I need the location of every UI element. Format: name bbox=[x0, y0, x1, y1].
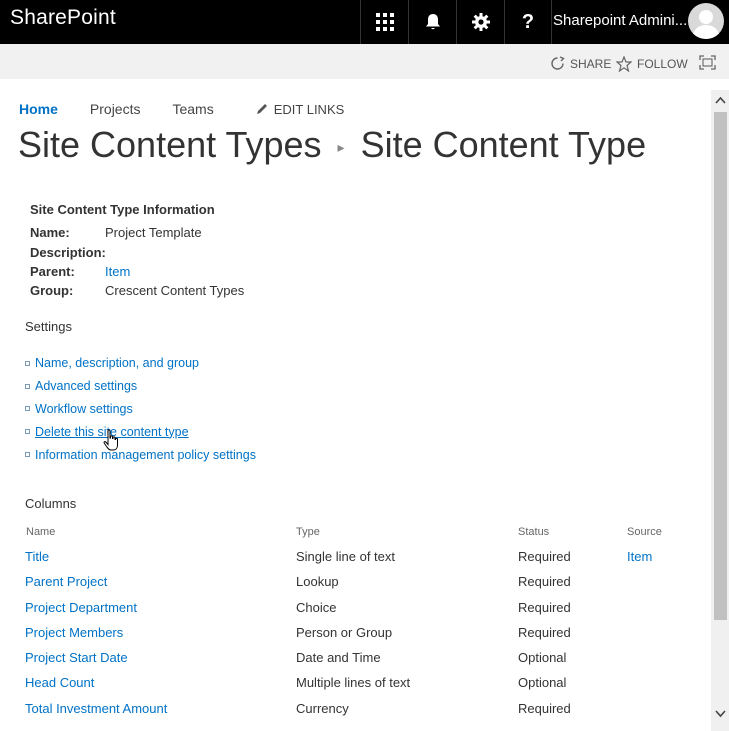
edit-links-button[interactable]: EDIT LINKS bbox=[256, 101, 345, 117]
breadcrumb-separator-icon: ▸ bbox=[337, 138, 345, 155]
column-status: Required bbox=[518, 574, 571, 589]
column-type: Currency bbox=[296, 701, 349, 716]
column-name-link[interactable]: Head Count bbox=[25, 675, 94, 690]
column-header-name: Name bbox=[26, 526, 56, 538]
settings-link-workflow[interactable]: Workflow settings bbox=[25, 398, 256, 421]
suite-bar: SharePoint ? Sharepoint Admini... bbox=[0, 0, 729, 44]
action-bar: SHARE FOLLOW bbox=[0, 44, 729, 79]
breadcrumb-current: Site Content Type bbox=[360, 124, 647, 165]
bullet-icon bbox=[25, 429, 30, 435]
nav-item-projects[interactable]: Projects bbox=[90, 101, 141, 117]
brand-link[interactable]: SharePoint bbox=[10, 6, 116, 30]
share-label: SHARE bbox=[570, 56, 612, 71]
bullet-icon bbox=[25, 360, 30, 366]
settings-link-label: Name, description, and group bbox=[35, 356, 199, 371]
notifications-button[interactable] bbox=[408, 0, 456, 44]
gear-icon bbox=[471, 13, 490, 31]
top-navigation: Home Projects Teams EDIT LINKS bbox=[19, 101, 344, 117]
settings-heading: Settings bbox=[25, 319, 72, 334]
focus-mode-icon bbox=[699, 55, 716, 70]
settings-button[interactable] bbox=[456, 0, 504, 44]
column-header-source: Source bbox=[627, 526, 662, 538]
column-name-link[interactable]: Project Department bbox=[25, 600, 137, 615]
bullet-icon bbox=[25, 383, 30, 389]
table-row: Head Count Multiple lines of text Option… bbox=[0, 675, 700, 700]
info-heading: Site Content Type Information bbox=[30, 202, 215, 217]
column-type: Date and Time bbox=[296, 650, 381, 665]
column-type: Choice bbox=[296, 600, 337, 615]
column-status: Optional bbox=[518, 675, 567, 690]
info-value-name: Project Template bbox=[105, 225, 202, 240]
column-source-link[interactable]: Item bbox=[627, 549, 652, 564]
edit-links-label: EDIT LINKS bbox=[273, 101, 345, 117]
app-launcher-icon bbox=[375, 13, 394, 31]
column-status: Required bbox=[518, 600, 571, 615]
info-key: Parent: bbox=[30, 264, 75, 279]
help-button[interactable]: ? bbox=[504, 0, 552, 44]
column-name-link[interactable]: Project Start Date bbox=[25, 650, 128, 665]
column-type: Person or Group bbox=[296, 625, 393, 640]
settings-link-name-description-group[interactable]: Name, description, and group bbox=[25, 352, 256, 375]
chevron-up-icon bbox=[715, 96, 726, 104]
nav-item-home[interactable]: Home bbox=[19, 101, 58, 117]
help-icon: ? bbox=[521, 10, 535, 33]
column-name-link[interactable]: Project Members bbox=[25, 625, 123, 640]
column-status: Required bbox=[518, 625, 571, 640]
settings-link-advanced[interactable]: Advanced settings bbox=[25, 375, 256, 398]
column-status: Required bbox=[518, 701, 571, 716]
settings-link-information-policy[interactable]: Information management policy settings bbox=[25, 443, 256, 466]
settings-link-label: Advanced settings bbox=[35, 379, 138, 394]
settings-link-label: Information management policy settings bbox=[35, 447, 256, 462]
info-key: Name: bbox=[30, 225, 70, 240]
info-key: Group: bbox=[30, 283, 74, 298]
info-value-group: Crescent Content Types bbox=[105, 283, 245, 298]
table-row: Project Start Date Date and Time Optiona… bbox=[0, 650, 700, 675]
column-type: Single line of text bbox=[296, 549, 396, 564]
page-title: Site Content Types ▸ Site Content Type bbox=[18, 124, 646, 166]
scroll-up-button[interactable] bbox=[714, 93, 727, 107]
table-row: Title Single line of text Required Item bbox=[0, 549, 700, 574]
breadcrumb-parent[interactable]: Site Content Types bbox=[18, 124, 322, 166]
pencil-icon bbox=[256, 104, 267, 114]
bullet-icon bbox=[25, 406, 30, 412]
follow-label: FOLLOW bbox=[637, 57, 688, 71]
info-key: Description: bbox=[30, 245, 106, 260]
scroll-down-button[interactable] bbox=[714, 707, 727, 721]
scrollbar-thumb[interactable] bbox=[714, 112, 727, 620]
settings-link-label: Workflow settings bbox=[35, 401, 133, 416]
table-row: Parent Project Lookup Required bbox=[0, 574, 700, 599]
user-name[interactable]: Sharepoint Admini... bbox=[553, 12, 687, 29]
column-name-link[interactable]: Total Investment Amount bbox=[25, 701, 167, 716]
columns-heading: Columns bbox=[25, 496, 77, 511]
parent-link[interactable]: Item bbox=[105, 264, 130, 279]
column-name-link[interactable]: Parent Project bbox=[25, 574, 107, 589]
nav-item-teams[interactable]: Teams bbox=[172, 101, 213, 117]
column-status: Optional bbox=[518, 650, 567, 665]
share-button[interactable]: SHARE bbox=[550, 56, 611, 71]
column-name-link[interactable]: Title bbox=[25, 549, 49, 564]
star-icon bbox=[616, 56, 632, 72]
table-row: Project Department Choice Required bbox=[0, 600, 700, 625]
column-type: Multiple lines of text bbox=[296, 675, 411, 690]
settings-link-delete[interactable]: Delete this site content type bbox=[25, 420, 256, 443]
table-row: Total Investment Amount Currency Require… bbox=[0, 701, 700, 726]
column-header-type: Type bbox=[296, 526, 320, 538]
settings-list: Name, description, and group Advanced se… bbox=[25, 352, 256, 466]
chevron-down-icon bbox=[715, 710, 726, 718]
share-icon bbox=[551, 56, 565, 70]
follow-button[interactable]: FOLLOW bbox=[616, 56, 688, 72]
app-launcher-button[interactable] bbox=[360, 0, 408, 44]
avatar[interactable] bbox=[688, 3, 724, 39]
column-header-status: Status bbox=[518, 526, 550, 538]
column-type: Lookup bbox=[296, 574, 339, 589]
vertical-scrollbar[interactable] bbox=[711, 90, 729, 731]
hand-cursor-icon bbox=[103, 429, 118, 451]
bullet-icon bbox=[25, 452, 30, 458]
user-avatar-icon bbox=[692, 10, 720, 39]
focus-button[interactable] bbox=[699, 55, 716, 70]
column-status: Required bbox=[518, 549, 571, 564]
table-row: Project Members Person or Group Required bbox=[0, 625, 700, 650]
bell-icon bbox=[425, 14, 440, 30]
